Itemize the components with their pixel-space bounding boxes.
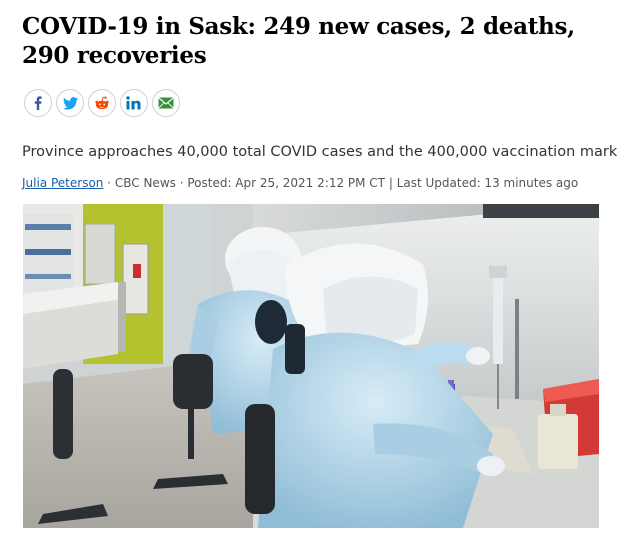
lab-scene-illustration [23, 204, 599, 528]
reddit-share-button[interactable] [88, 89, 116, 117]
linkedin-share-button[interactable] [120, 89, 148, 117]
article-headline: COVID-19 in Sask: 249 new cases, 2 death… [22, 13, 575, 69]
posted-timestamp: Posted: Apr 25, 2021 2:12 PM CT [187, 176, 386, 190]
byline-separator: | [385, 176, 397, 190]
article-deck: Province approaches 40,000 total COVID c… [22, 144, 618, 160]
source-name: CBC News [114, 176, 176, 190]
updated-timestamp: Last Updated: 13 minutes ago [396, 176, 579, 190]
byline-separator: · [103, 176, 115, 190]
reddit-icon [95, 96, 109, 110]
linkedin-icon [126, 96, 141, 110]
email-icon [158, 97, 174, 109]
twitter-icon [62, 96, 78, 110]
lead-photo [23, 204, 599, 528]
email-share-button[interactable] [152, 89, 180, 117]
twitter-share-button[interactable] [56, 89, 84, 117]
share-bar [24, 89, 180, 117]
byline: Julia Peterson · CBC News · Posted: Apr … [22, 175, 578, 191]
byline-separator: · [175, 176, 188, 190]
author-link[interactable]: Julia Peterson [22, 176, 103, 190]
facebook-icon [34, 96, 42, 110]
facebook-share-button[interactable] [24, 89, 52, 117]
